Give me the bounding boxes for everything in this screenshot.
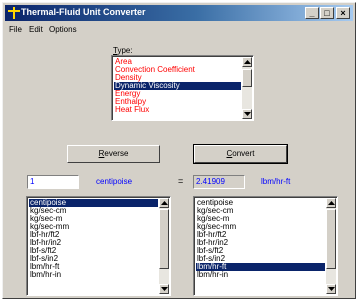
- scroll-down-icon[interactable]: [159, 284, 169, 294]
- list-item[interactable]: lbm/hr-in: [29, 271, 158, 279]
- scroll-up-icon[interactable]: [159, 198, 169, 208]
- from-scrollbar[interactable]: [159, 198, 169, 294]
- menu-options[interactable]: Options: [49, 25, 77, 34]
- from-unit-label: centipoise: [96, 177, 133, 186]
- menu-file[interactable]: File: [9, 25, 22, 34]
- menu-edit[interactable]: Edit: [29, 25, 43, 34]
- list-item[interactable]: Heat Flux: [114, 106, 241, 114]
- scroll-down-icon[interactable]: [326, 284, 336, 294]
- scroll-up-icon[interactable]: [242, 57, 252, 67]
- equals-sign: =: [178, 176, 184, 186]
- input-value-field[interactable]: 1: [27, 175, 79, 189]
- scroll-thumb[interactable]: [159, 209, 169, 269]
- type-listbox[interactable]: Area Convection Coefficient Density Dynamic…: [111, 55, 254, 121]
- scroll-up-icon[interactable]: [326, 198, 336, 208]
- scroll-thumb[interactable]: [242, 69, 252, 87]
- menu-bar: File Edit Options: [5, 23, 353, 37]
- to-scrollbar[interactable]: [326, 198, 336, 294]
- title-bar[interactable]: Thermal-Fluid Unit Converter _ □ ×: [5, 5, 353, 21]
- app-window: Thermal-Fluid Unit Converter _ □ × File …: [2, 2, 356, 299]
- app-icon: [8, 7, 20, 19]
- from-unit-listbox[interactable]: centipoise kg/sec-cm kg/sec-m kg/sec-mm lbf-…: [26, 196, 171, 296]
- minimize-icon[interactable]: _: [305, 7, 319, 19]
- scroll-down-icon[interactable]: [242, 109, 252, 119]
- maximize-icon[interactable]: □: [320, 7, 334, 19]
- list-item[interactable]: lbm/hr-in: [196, 271, 325, 279]
- to-unit-listbox[interactable]: centipoise kg/sec-cm kg/sec-m kg/sec-mm lbf-…: [193, 196, 338, 296]
- close-icon[interactable]: ×: [336, 7, 350, 19]
- type-label: Type:: [113, 46, 133, 55]
- result-field: 2.41909: [193, 175, 245, 189]
- scroll-thumb[interactable]: [326, 209, 336, 269]
- type-scrollbar[interactable]: [242, 57, 252, 119]
- window-title: Thermal-Fluid Unit Converter: [21, 7, 146, 17]
- convert-button[interactable]: Convert: [193, 144, 288, 164]
- to-unit-label: lbm/hr-ft: [261, 177, 291, 186]
- reverse-button[interactable]: Reverse: [67, 145, 160, 163]
